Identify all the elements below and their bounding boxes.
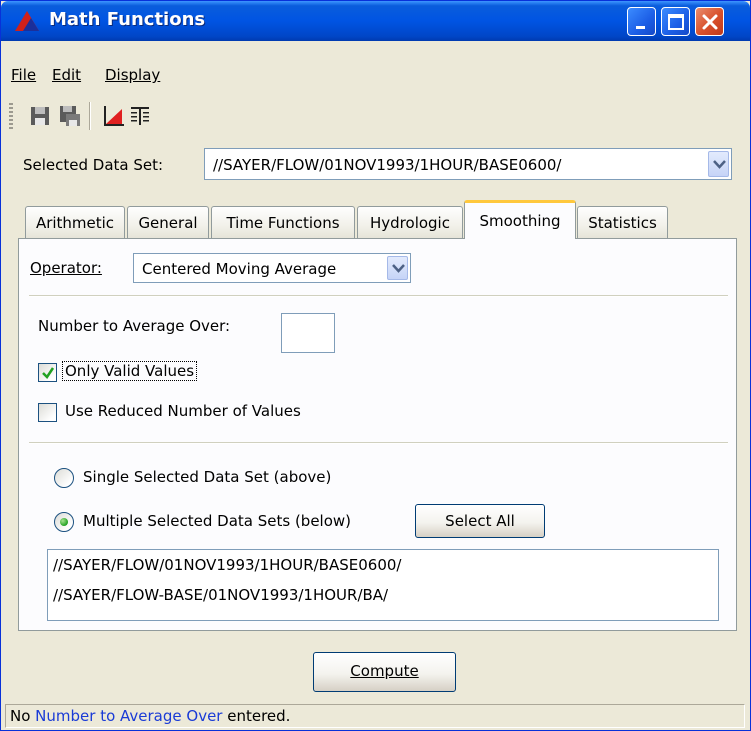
maximize-icon xyxy=(668,14,684,30)
checkbox-box[interactable] xyxy=(38,403,57,422)
toolbar xyxy=(1,97,750,137)
menu-display[interactable]: Display xyxy=(105,66,160,84)
smoothing-panel: Operator: Centered Moving Average Number… xyxy=(18,238,737,631)
save-icon[interactable] xyxy=(27,103,53,129)
number-to-average-label: Number to Average Over: xyxy=(38,317,231,335)
table-icon[interactable] xyxy=(127,103,153,129)
minimize-icon xyxy=(636,26,645,29)
checkmark-icon xyxy=(42,367,55,379)
status-text: No Number to Average Over entered. xyxy=(10,707,290,725)
single-data-set-radio[interactable]: Single Selected Data Set (above) xyxy=(54,468,374,490)
multiple-data-sets-label: Multiple Selected Data Sets (below) xyxy=(83,512,352,530)
tab-smoothing[interactable]: Smoothing xyxy=(464,200,576,239)
operator-value: Centered Moving Average xyxy=(142,260,337,278)
divider xyxy=(29,295,728,297)
operator-dropdown-button[interactable] xyxy=(387,256,408,280)
checkbox-box[interactable] xyxy=(38,363,57,382)
only-valid-values-checkbox[interactable]: Only Valid Values xyxy=(38,361,258,384)
operator-combo[interactable]: Centered Moving Average xyxy=(133,253,411,283)
function-tabs: Arithmetic General Time Functions Hydrol… xyxy=(1,200,750,239)
tab-statistics[interactable]: Statistics xyxy=(577,206,668,238)
close-button[interactable] xyxy=(695,7,724,36)
radio-selected-dot xyxy=(60,518,68,526)
toolbar-grip[interactable] xyxy=(9,103,13,129)
minimize-button[interactable] xyxy=(627,7,656,36)
menu-bar: File Edit Display xyxy=(1,64,750,90)
divider xyxy=(29,442,728,444)
list-item[interactable]: //SAYER/FLOW/01NOV1993/1HOUR/BASE0600/ xyxy=(53,556,401,574)
menu-display-label: Display xyxy=(105,66,161,84)
selected-data-set-label: Selected Data Set: xyxy=(23,156,164,174)
maximize-button[interactable] xyxy=(661,7,690,36)
tab-time-functions[interactable]: Time Functions xyxy=(211,206,355,238)
status-bar: No Number to Average Over entered. xyxy=(5,704,745,728)
status-highlight: Number to Average Over xyxy=(35,707,223,725)
chevron-down-icon xyxy=(713,160,726,169)
radio-circle[interactable] xyxy=(54,468,74,488)
menu-edit-label: Edit xyxy=(52,66,82,84)
tab-general[interactable]: General xyxy=(127,206,209,238)
save-as-icon[interactable] xyxy=(57,103,83,129)
compute-button[interactable]: Compute xyxy=(313,652,456,692)
app-logo-icon xyxy=(15,11,39,31)
tab-hydrologic[interactable]: Hydrologic xyxy=(357,206,463,238)
toolbar-separator xyxy=(89,102,91,130)
number-to-average-input[interactable] xyxy=(281,313,335,353)
operator-label: Operator: xyxy=(30,259,102,277)
status-suffix: entered. xyxy=(222,707,291,725)
menu-file-label: File xyxy=(11,66,37,84)
menu-edit[interactable]: Edit xyxy=(52,66,81,84)
selected-data-set-value: //SAYER/FLOW/01NOV1993/1HOUR/BASE0600/ xyxy=(213,156,562,174)
compute-label: Compute xyxy=(350,662,419,680)
use-reduced-number-checkbox[interactable]: Use Reduced Number of Values xyxy=(38,402,358,424)
chevron-down-icon xyxy=(392,264,405,273)
selected-data-set-dropdown-button[interactable] xyxy=(708,151,729,177)
title-bar[interactable]: Math Functions xyxy=(1,1,750,41)
multiple-data-sets-radio[interactable]: Multiple Selected Data Sets (below) xyxy=(54,512,394,534)
radio-circle[interactable] xyxy=(54,512,74,532)
select-all-button[interactable]: Select All xyxy=(415,504,545,538)
plot-icon[interactable] xyxy=(100,103,126,129)
only-valid-values-label: Only Valid Values xyxy=(61,361,198,381)
tab-arithmetic[interactable]: Arithmetic xyxy=(25,206,125,238)
status-prefix: No xyxy=(10,707,36,725)
close-icon xyxy=(702,14,718,30)
window-title: Math Functions xyxy=(49,9,206,30)
use-reduced-number-label: Use Reduced Number of Values xyxy=(65,402,301,420)
menu-file[interactable]: File xyxy=(11,66,36,84)
data-sets-list[interactable]: //SAYER/FLOW/01NOV1993/1HOUR/BASE0600/ /… xyxy=(47,549,719,621)
list-item[interactable]: //SAYER/FLOW-BASE/01NOV1993/1HOUR/BA/ xyxy=(53,586,388,604)
operator-label-text: Operator: xyxy=(30,259,102,277)
single-data-set-label: Single Selected Data Set (above) xyxy=(83,468,332,486)
selected-data-set-combo[interactable]: //SAYER/FLOW/01NOV1993/1HOUR/BASE0600/ xyxy=(204,148,732,180)
math-functions-window: Math Functions File Edit Display Selecte… xyxy=(0,0,751,731)
